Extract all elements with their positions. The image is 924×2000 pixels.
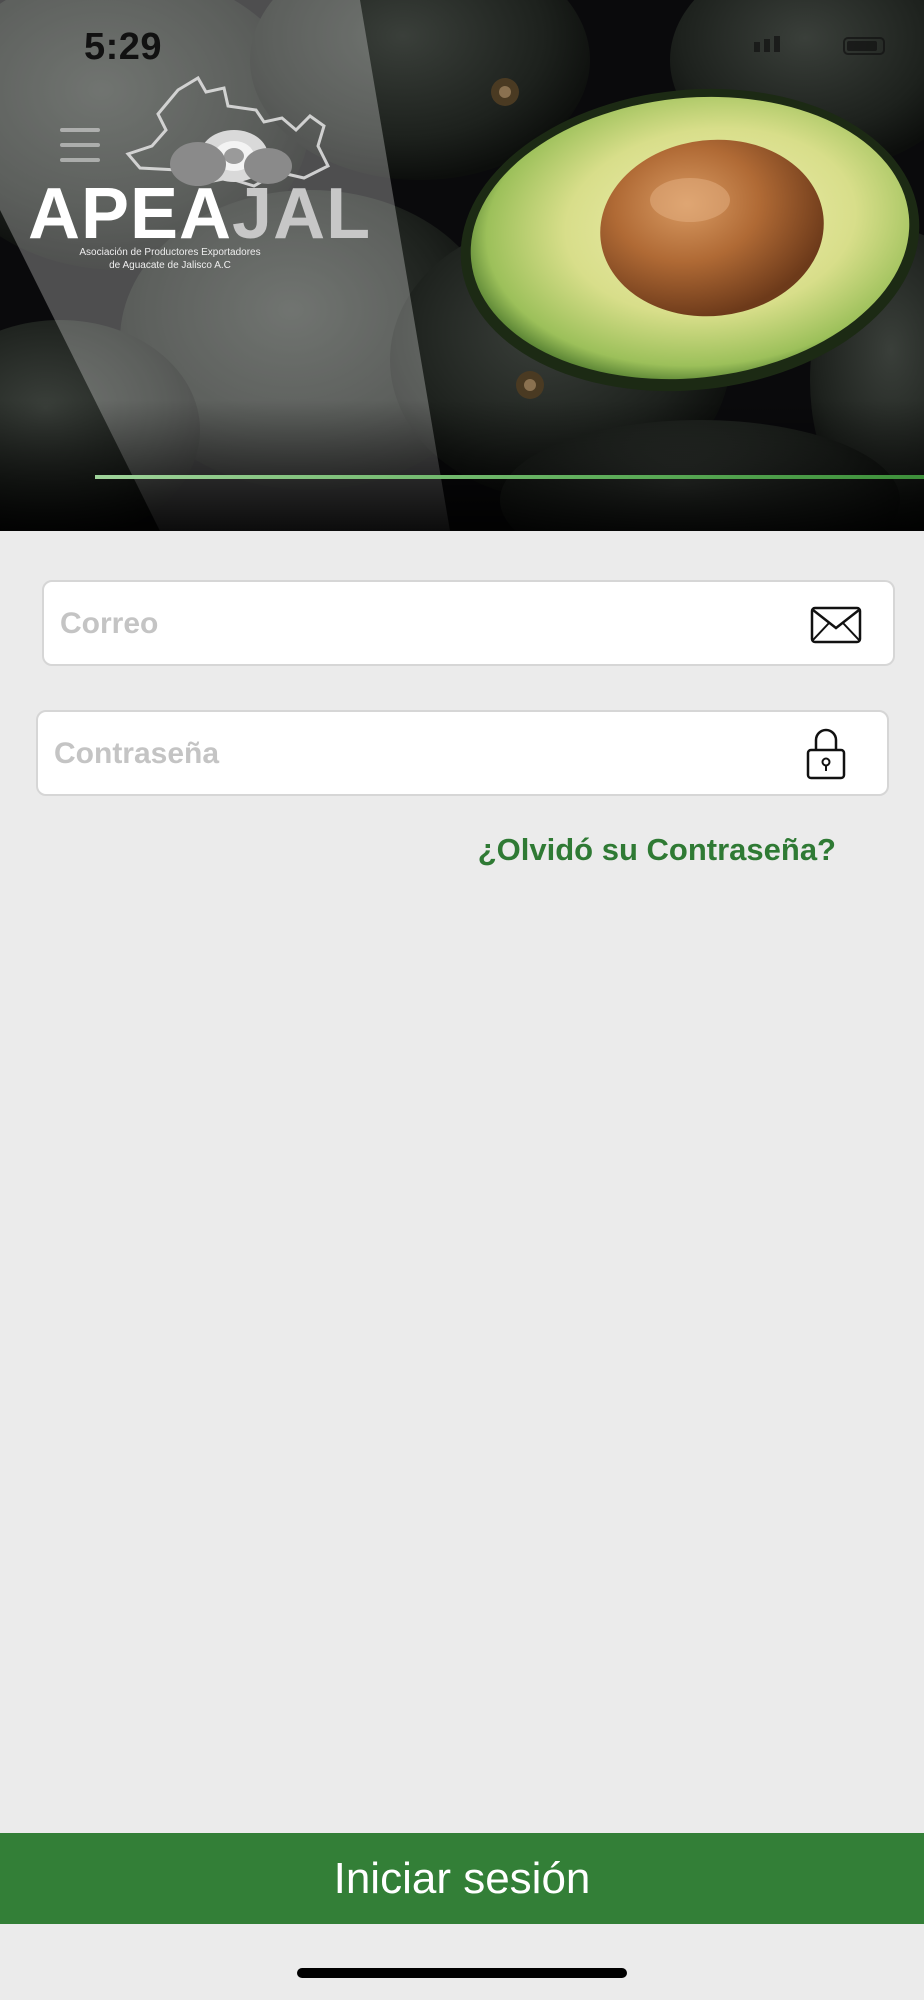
jalisco-map-avocado-emblem — [125, 75, 331, 188]
apeajal-logo: APEAJAL Asociación de Productores Export… — [28, 70, 398, 280]
forgot-password-link[interactable]: ¿Olvidó su Contraseña? — [478, 832, 836, 868]
envelope-icon — [810, 606, 862, 644]
header-banner: 5:29 APEAJAL Asociación de Productores E… — [0, 0, 924, 531]
header-divider-line — [95, 475, 924, 479]
email-input[interactable] — [58, 582, 742, 666]
password-field-container — [36, 710, 889, 796]
email-field-container — [42, 580, 895, 666]
login-button[interactable]: Iniciar sesión — [0, 1833, 924, 1924]
home-indicator — [297, 1968, 627, 1978]
password-input[interactable] — [52, 712, 736, 796]
lock-icon — [806, 728, 846, 780]
status-bar-time: 5:29 — [84, 26, 163, 68]
logo-subtitle: Asociación de Productores Exportadores d… — [79, 247, 261, 271]
status-icons — [754, 36, 885, 55]
logo-wordmark: APEAJAL — [28, 174, 372, 254]
